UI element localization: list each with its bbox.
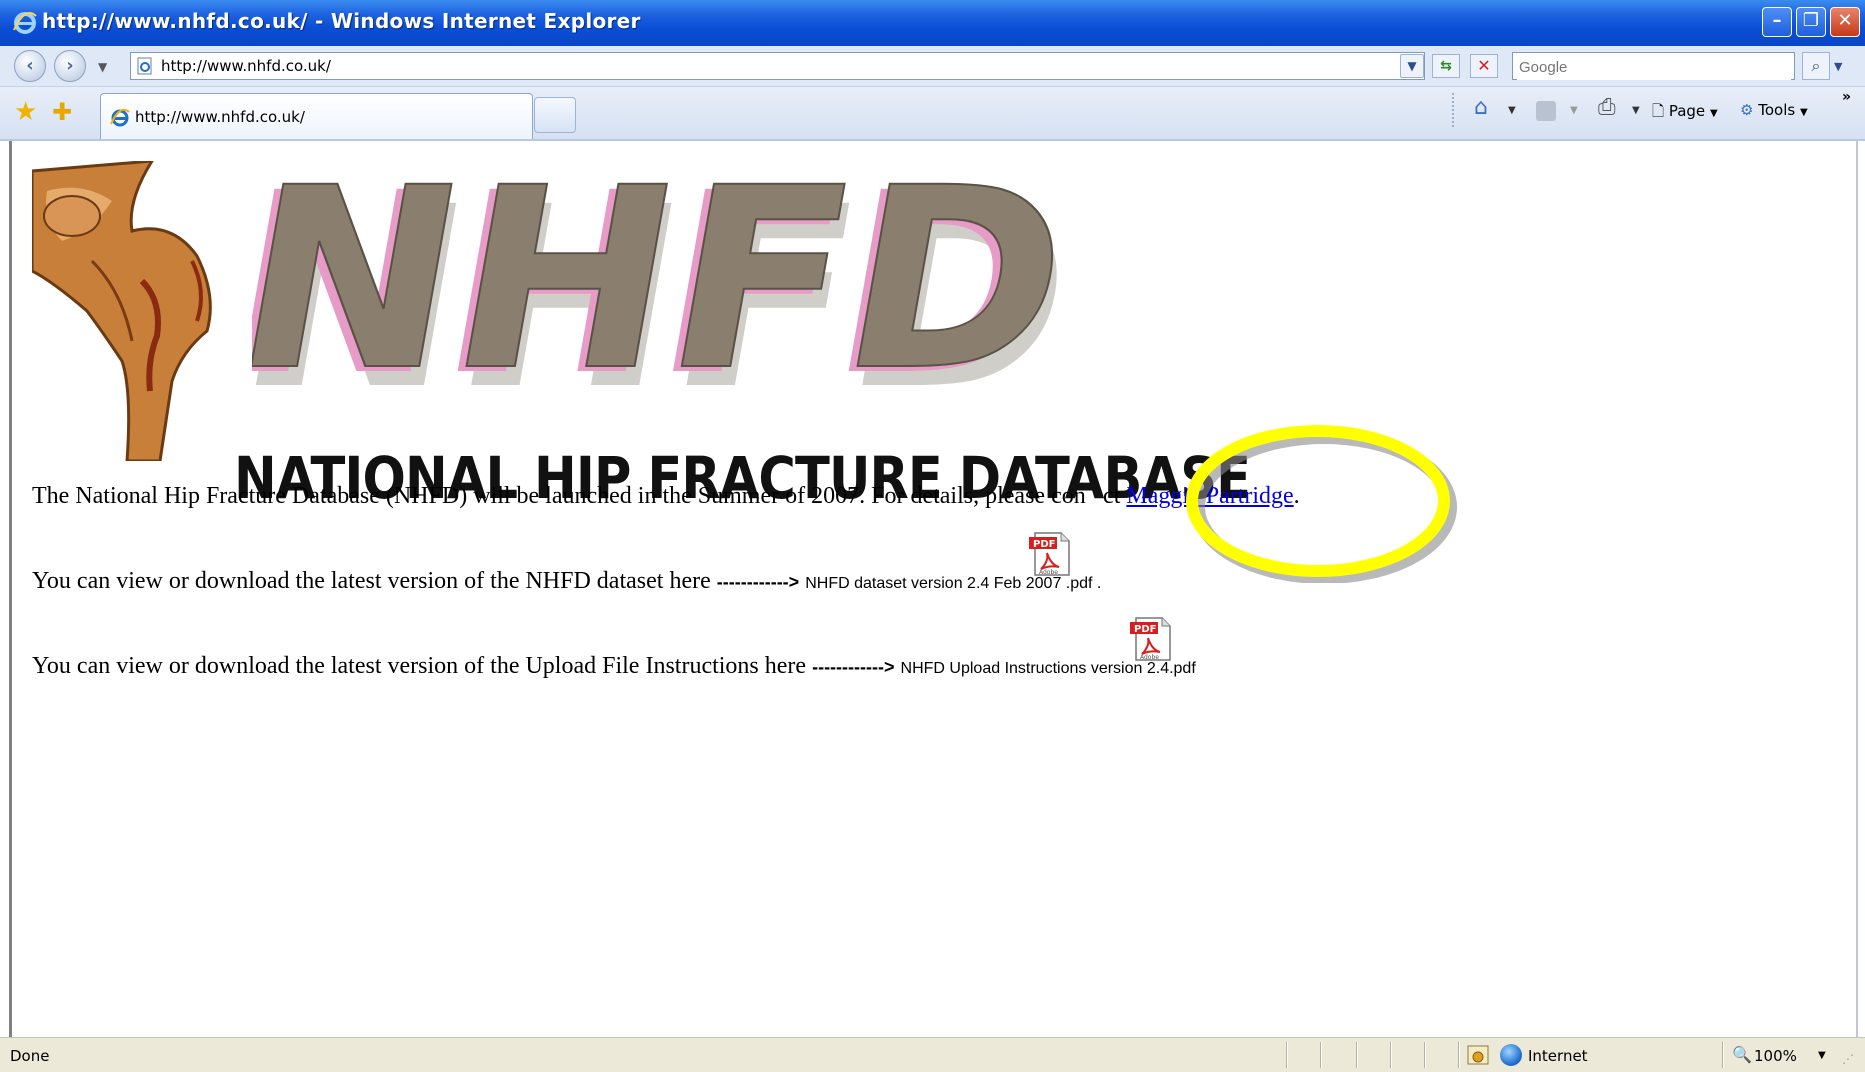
internet-explorer-icon xyxy=(110,108,130,127)
chevron-down-icon: ▼ xyxy=(1709,108,1718,119)
status-separator xyxy=(1390,1042,1392,1068)
internet-explorer-icon xyxy=(13,12,37,34)
pdf-icon[interactable]: PDF Adobe xyxy=(1027,531,1073,577)
tab-label: http://www.nhfd.co.uk/ xyxy=(135,108,305,126)
new-tab-button[interactable] xyxy=(534,97,576,133)
pdf-icon[interactable]: PDF Adobe xyxy=(1128,616,1174,662)
page-menu[interactable]: 🗋 Page ▼ xyxy=(1652,101,1718,126)
upload-text: You can view or download the latest vers… xyxy=(32,653,813,679)
forward-button[interactable]: › xyxy=(54,50,86,82)
minimize-button[interactable]: – xyxy=(1762,7,1792,37)
dataset-download-line: You can view or download the latest vers… xyxy=(32,568,1101,595)
web-page: NHFD NHFD NHFD NATIONAL HIP FRACTURE DAT… xyxy=(12,141,1856,1037)
upload-arrow: ------------> xyxy=(812,657,895,677)
pdf-badge-text: PDF xyxy=(1033,539,1055,550)
search-icon[interactable]: ⌕ xyxy=(1802,52,1830,80)
content-border xyxy=(1856,141,1858,1037)
window-title: http://www.nhfd.co.uk/ - Windows Interne… xyxy=(42,9,641,33)
hip-bone-illustration xyxy=(32,161,212,461)
logo-text: NHFD xyxy=(252,171,1088,406)
close-button[interactable]: ✕ xyxy=(1830,7,1860,37)
tools-menu[interactable]: ⚙ Tools ▼ xyxy=(1740,101,1808,119)
upload-pdf-link[interactable]: NHFD Upload Instructions version 2.4.pdf xyxy=(901,660,1196,677)
search-options-dropdown-icon[interactable]: ▼ xyxy=(1834,60,1842,73)
status-separator xyxy=(1722,1042,1724,1068)
stop-icon[interactable]: ✕ xyxy=(1470,54,1498,78)
print-dropdown-icon[interactable]: ▼ xyxy=(1632,105,1640,116)
launch-notice: The National Hip Fracture Database (NHFD… xyxy=(32,483,1300,510)
highlight-annotation xyxy=(1186,425,1457,583)
protected-mode-icon[interactable] xyxy=(1466,1044,1490,1066)
address-text[interactable]: http://www.nhfd.co.uk/ xyxy=(161,57,331,75)
recent-pages-dropdown-icon[interactable]: ▼ xyxy=(98,60,107,74)
status-separator xyxy=(1424,1042,1426,1068)
pdf-badge-text: PDF xyxy=(1134,624,1156,635)
more-commands-icon[interactable]: » xyxy=(1842,89,1851,105)
address-bar[interactable]: http://www.nhfd.co.uk/ xyxy=(130,52,1425,80)
status-separator xyxy=(1356,1042,1358,1068)
tab-bar: ★ ✚ http://www.nhfd.co.uk/ ⌂ ▼ ▼ ⎙ ▼ 🗋 P… xyxy=(0,87,1865,141)
page-icon xyxy=(137,57,152,75)
command-bar: ⌂ ▼ ▼ ⎙ ▼ 🗋 Page ▼ ⚙ Tools ▼ » xyxy=(1452,87,1865,137)
resize-grip-icon[interactable]: ⋰ xyxy=(1842,1052,1854,1066)
tab-nhfd[interactable]: http://www.nhfd.co.uk/ xyxy=(100,93,533,139)
zoom-level[interactable]: 100% xyxy=(1754,1047,1797,1065)
chevron-down-icon: ▼ xyxy=(1799,107,1808,118)
command-bar-separator xyxy=(1452,93,1456,127)
home-icon[interactable]: ⌂ xyxy=(1474,95,1488,120)
feeds-dropdown-icon[interactable]: ▼ xyxy=(1570,105,1578,116)
dataset-text: You can view or download the latest vers… xyxy=(32,568,717,594)
dataset-arrow: ------------> xyxy=(716,572,800,592)
add-favorites-icon[interactable]: ✚ xyxy=(52,99,78,125)
pdf-brand-text: Adobe xyxy=(1039,569,1058,576)
status-separator xyxy=(1286,1042,1288,1068)
zoom-icon[interactable]: 🔍 xyxy=(1732,1045,1752,1064)
address-dropdown-icon[interactable]: ▼ xyxy=(1400,54,1424,78)
title-bar: http://www.nhfd.co.uk/ - Windows Interne… xyxy=(0,0,1865,46)
pdf-brand-text: Adobe xyxy=(1140,654,1159,661)
nhfd-logo: NHFD NHFD NHFD xyxy=(252,171,1093,406)
dataset-suffix: . xyxy=(1092,575,1102,592)
gear-icon: ⚙ xyxy=(1740,101,1754,119)
page-menu-icon: 🗋 xyxy=(1652,102,1665,120)
dataset-pdf-link[interactable]: NHFD dataset version 2.4 Feb 2007 .pdf xyxy=(805,575,1092,592)
launch-text-cont: ct xyxy=(1103,483,1127,509)
security-zone-label[interactable]: Internet xyxy=(1528,1047,1588,1065)
launch-text: The National Hip Fracture Database (NHFD… xyxy=(32,483,1086,509)
back-button[interactable]: ‹ xyxy=(14,50,46,82)
home-dropdown-icon[interactable]: ▼ xyxy=(1508,105,1516,116)
obscured-text: ta xyxy=(1086,483,1103,509)
tools-menu-label: Tools xyxy=(1758,101,1796,119)
favorites-star-icon[interactable]: ★ xyxy=(14,99,40,125)
restore-button[interactable]: ❐ xyxy=(1796,7,1826,37)
navigation-bar: ‹ › ▼ http://www.nhfd.co.uk/ ▼ ⇆ ✕ ⌕ ▼ xyxy=(0,46,1865,87)
status-bar: Done Internet 🔍 100% ▼ ⋰ xyxy=(0,1037,1865,1072)
status-text: Done xyxy=(10,1047,50,1065)
feeds-icon[interactable] xyxy=(1536,101,1556,121)
zoom-dropdown-icon[interactable]: ▼ xyxy=(1818,1050,1826,1061)
status-separator xyxy=(1320,1042,1322,1068)
search-input[interactable] xyxy=(1517,54,1791,80)
upload-instructions-line: You can view or download the latest vers… xyxy=(32,653,1196,680)
print-icon[interactable]: ⎙ xyxy=(1598,95,1616,120)
refresh-icon[interactable]: ⇆ xyxy=(1432,54,1460,78)
search-box[interactable] xyxy=(1512,52,1795,80)
status-separator xyxy=(1458,1042,1460,1068)
page-menu-label: Page xyxy=(1668,102,1706,120)
globe-icon xyxy=(1500,1044,1522,1066)
